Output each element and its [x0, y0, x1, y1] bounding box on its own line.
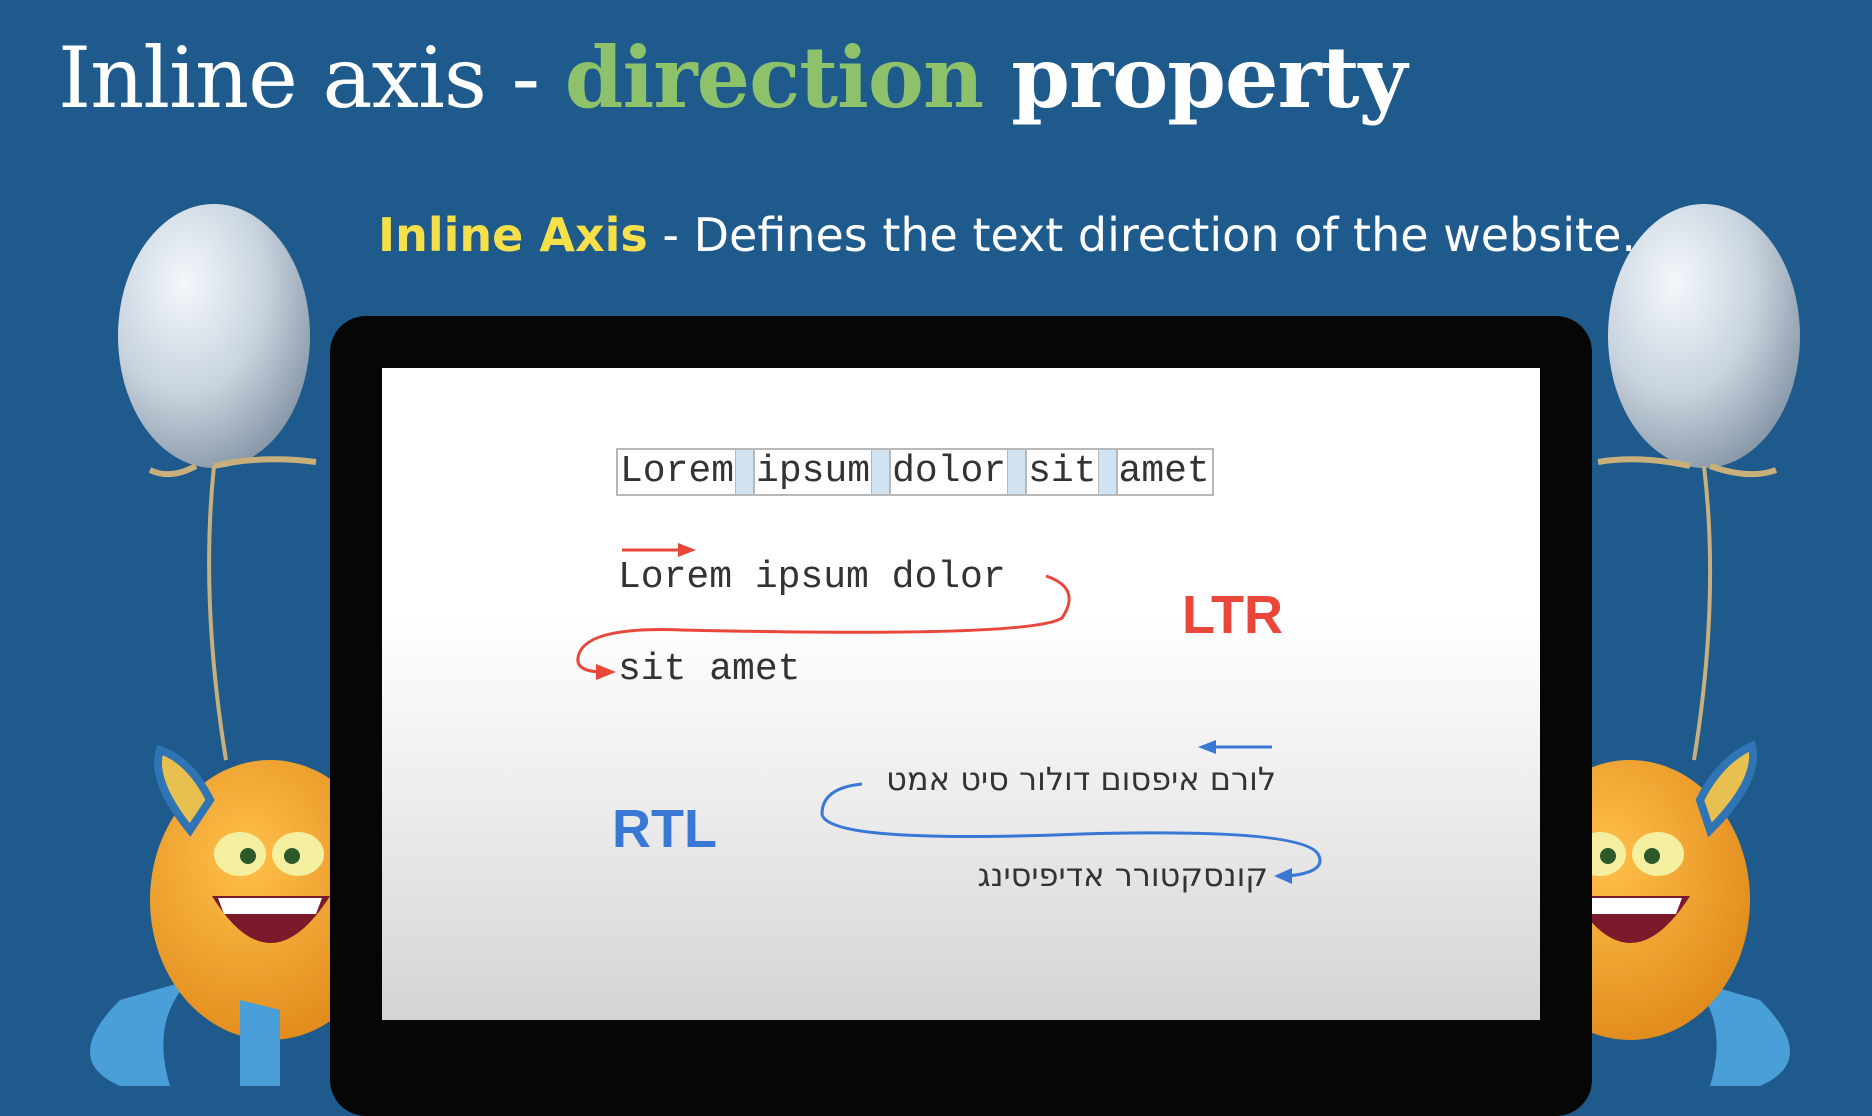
title-keyword: direction: [564, 28, 984, 127]
rtl-line-1: לורם איפסום דולור סיט אמט: [886, 760, 1276, 798]
rtl-arrow-icon: [1198, 740, 1272, 754]
ltr-label: LTR: [1182, 585, 1283, 645]
title-part2: property: [983, 28, 1407, 127]
rtl-line-2: קונסקטורר אדיפיסינג: [977, 856, 1268, 894]
page-title: Inline axis - direction property: [58, 28, 1407, 127]
title-part1: Inline axis -: [58, 29, 565, 127]
rtl-label: RTL: [612, 799, 717, 859]
subtitle-rest: - Defines the text direction of the webs…: [647, 208, 1636, 262]
laptop-screen: Lorem ipsum dolor sit amet Lorem ipsum d…: [382, 368, 1540, 1020]
balloon-icon: [1597, 204, 1800, 761]
ltr-line-1: Lorem ipsum dolor: [618, 556, 1006, 599]
ltr-line-2: sit amet: [618, 648, 801, 691]
subtitle: Inline Axis - Defines the text direction…: [378, 208, 1636, 262]
subtitle-term: Inline Axis: [378, 208, 648, 262]
direction-arrows: [576, 543, 1322, 884]
ltr-arrow-icon: [622, 543, 696, 557]
balloon-icon: [118, 204, 317, 761]
